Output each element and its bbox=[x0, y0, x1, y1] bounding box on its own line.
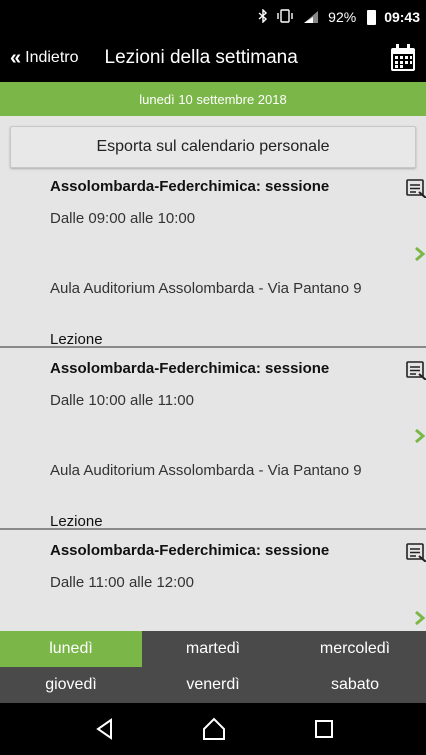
lesson-item[interactable]: Assolombarda-Federchimica: sessione Dall… bbox=[0, 350, 426, 530]
lesson-room: Aula Auditorium Assolombarda - Via Panta… bbox=[50, 280, 362, 297]
back-triangle-icon[interactable] bbox=[91, 715, 119, 743]
clock: 09:43 bbox=[384, 9, 420, 25]
lte-signal-icon bbox=[302, 9, 320, 26]
lesson-list[interactable]: Esporta sul calendario personale Assolom… bbox=[0, 116, 426, 631]
tab-tuesday[interactable]: martedì bbox=[142, 631, 284, 667]
system-nav-bar bbox=[0, 703, 426, 755]
lesson-item[interactable]: Assolombarda-Federchimica: sessione Dall… bbox=[0, 168, 426, 348]
page-title: Lezioni della settimana bbox=[104, 47, 298, 68]
status-bar: 92% 09:43 bbox=[0, 0, 426, 34]
bluetooth-icon bbox=[258, 7, 268, 26]
tab-thursday[interactable]: giovedì bbox=[0, 667, 142, 703]
recents-icon[interactable] bbox=[310, 715, 338, 743]
lesson-item[interactable]: Assolombarda-Federchimica: sessione Dall… bbox=[0, 532, 426, 631]
lesson-title: Assolombarda-Federchimica: sessione bbox=[50, 542, 330, 559]
tab-monday[interactable]: lunedì bbox=[0, 631, 142, 667]
vibrate-icon bbox=[276, 8, 294, 26]
tab-friday[interactable]: venerdì bbox=[142, 667, 284, 703]
app-bar: « Indietro Lezioni della settimana bbox=[0, 34, 426, 82]
chevron-right-icon[interactable] bbox=[414, 426, 426, 446]
lesson-time: Dalle 09:00 alle 10:00 bbox=[50, 210, 196, 227]
back-button[interactable]: « Indietro bbox=[0, 34, 79, 82]
chevron-right-icon[interactable] bbox=[414, 608, 426, 628]
day-tabs: lunedì martedì mercoledì giovedì venerdì… bbox=[0, 631, 426, 703]
notes-icon[interactable] bbox=[406, 542, 426, 563]
chevron-right-icon[interactable] bbox=[414, 244, 426, 264]
lesson-time: Dalle 11:00 alle 12:00 bbox=[50, 574, 194, 591]
tab-saturday[interactable]: sabato bbox=[284, 667, 426, 703]
lesson-title: Assolombarda-Federchimica: sessione bbox=[50, 178, 330, 195]
lesson-title: Assolombarda-Federchimica: sessione bbox=[50, 360, 330, 377]
lesson-kind: Lezione bbox=[50, 513, 103, 530]
double-chevron-left-icon: « bbox=[10, 46, 22, 69]
lesson-time: Dalle 10:00 alle 11:00 bbox=[50, 392, 194, 409]
lesson-room: Aula Auditorium Assolombarda - Via Panta… bbox=[50, 462, 362, 479]
export-calendar-button[interactable]: Esporta sul calendario personale bbox=[10, 126, 416, 168]
battery-icon bbox=[367, 9, 377, 25]
date-banner: lunedì 10 settembre 2018 bbox=[0, 82, 426, 116]
calendar-icon[interactable] bbox=[390, 43, 416, 73]
battery-level: 92% bbox=[328, 9, 357, 25]
home-icon[interactable] bbox=[200, 715, 228, 743]
tab-wednesday[interactable]: mercoledì bbox=[284, 631, 426, 667]
back-label: Indietro bbox=[25, 49, 79, 66]
notes-icon[interactable] bbox=[406, 178, 426, 199]
notes-icon[interactable] bbox=[406, 360, 426, 381]
lesson-kind: Lezione bbox=[50, 331, 103, 348]
